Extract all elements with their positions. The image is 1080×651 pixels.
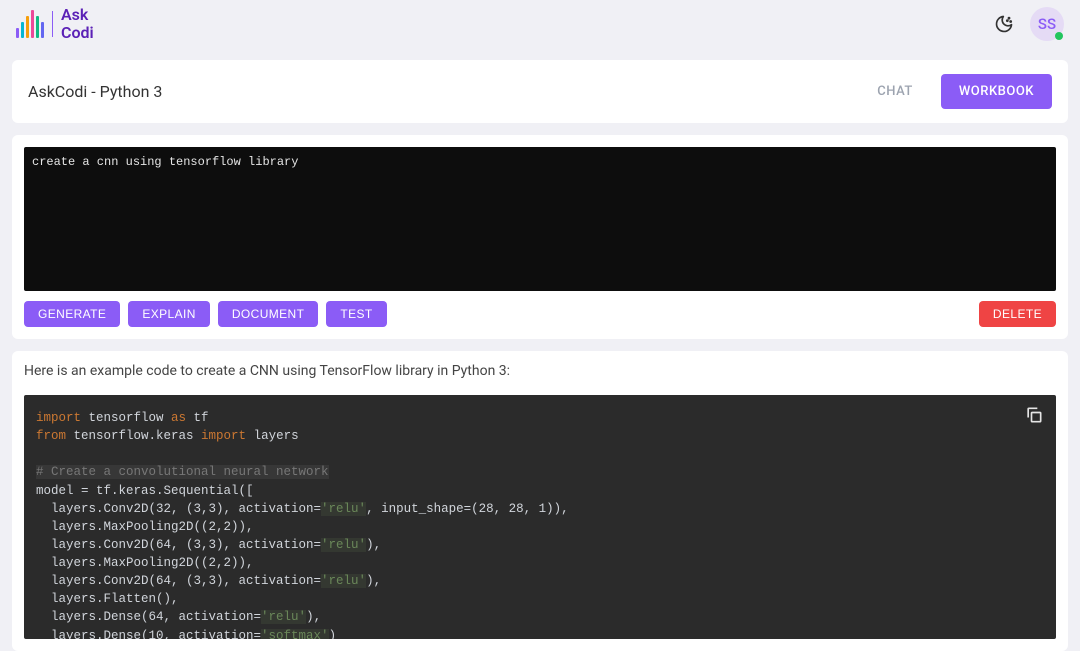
tab-chat[interactable]: CHAT [873,76,917,107]
generate-button[interactable]: GENERATE [24,301,120,327]
input-card: create a cnn using tensorflow library GE… [12,135,1068,339]
app-header: Ask Codi SS [0,0,1080,48]
copy-icon [1024,405,1044,425]
logo-text: Ask Codi [61,6,94,41]
action-bar: GENERATE EXPLAIN DOCUMENT TEST DELETE [24,301,1056,327]
tab-workbook[interactable]: WORKBOOK [941,74,1052,109]
tabs: CHAT WORKBOOK [873,74,1052,109]
code-input[interactable]: create a cnn using tensorflow library [24,147,1056,291]
header-right: SS [992,7,1064,41]
theme-toggle-button[interactable] [992,12,1016,36]
avatar-initials: SS [1038,15,1056,33]
online-status-dot [1055,32,1063,40]
test-button[interactable]: TEST [326,301,386,327]
copy-button[interactable] [1024,405,1046,427]
explain-button[interactable]: EXPLAIN [128,301,210,327]
result-description: Here is an example code to create a CNN … [24,363,1056,379]
logo[interactable]: Ask Codi [16,6,94,41]
delete-button[interactable]: DELETE [979,301,1056,327]
page-title: AskCodi - Python 3 [28,82,162,101]
moon-icon [994,14,1014,34]
avatar[interactable]: SS [1030,7,1064,41]
logo-divider [52,11,53,37]
result-card: Here is an example code to create a CNN … [12,351,1068,651]
document-button[interactable]: DOCUMENT [218,301,319,327]
logo-bars-icon [16,10,44,38]
actions-left: GENERATE EXPLAIN DOCUMENT TEST [24,301,387,327]
title-bar: AskCodi - Python 3 CHAT WORKBOOK [12,60,1068,123]
code-content: import tensorflow as tf from tensorflow.… [36,409,1044,639]
code-output: import tensorflow as tf from tensorflow.… [24,395,1056,639]
